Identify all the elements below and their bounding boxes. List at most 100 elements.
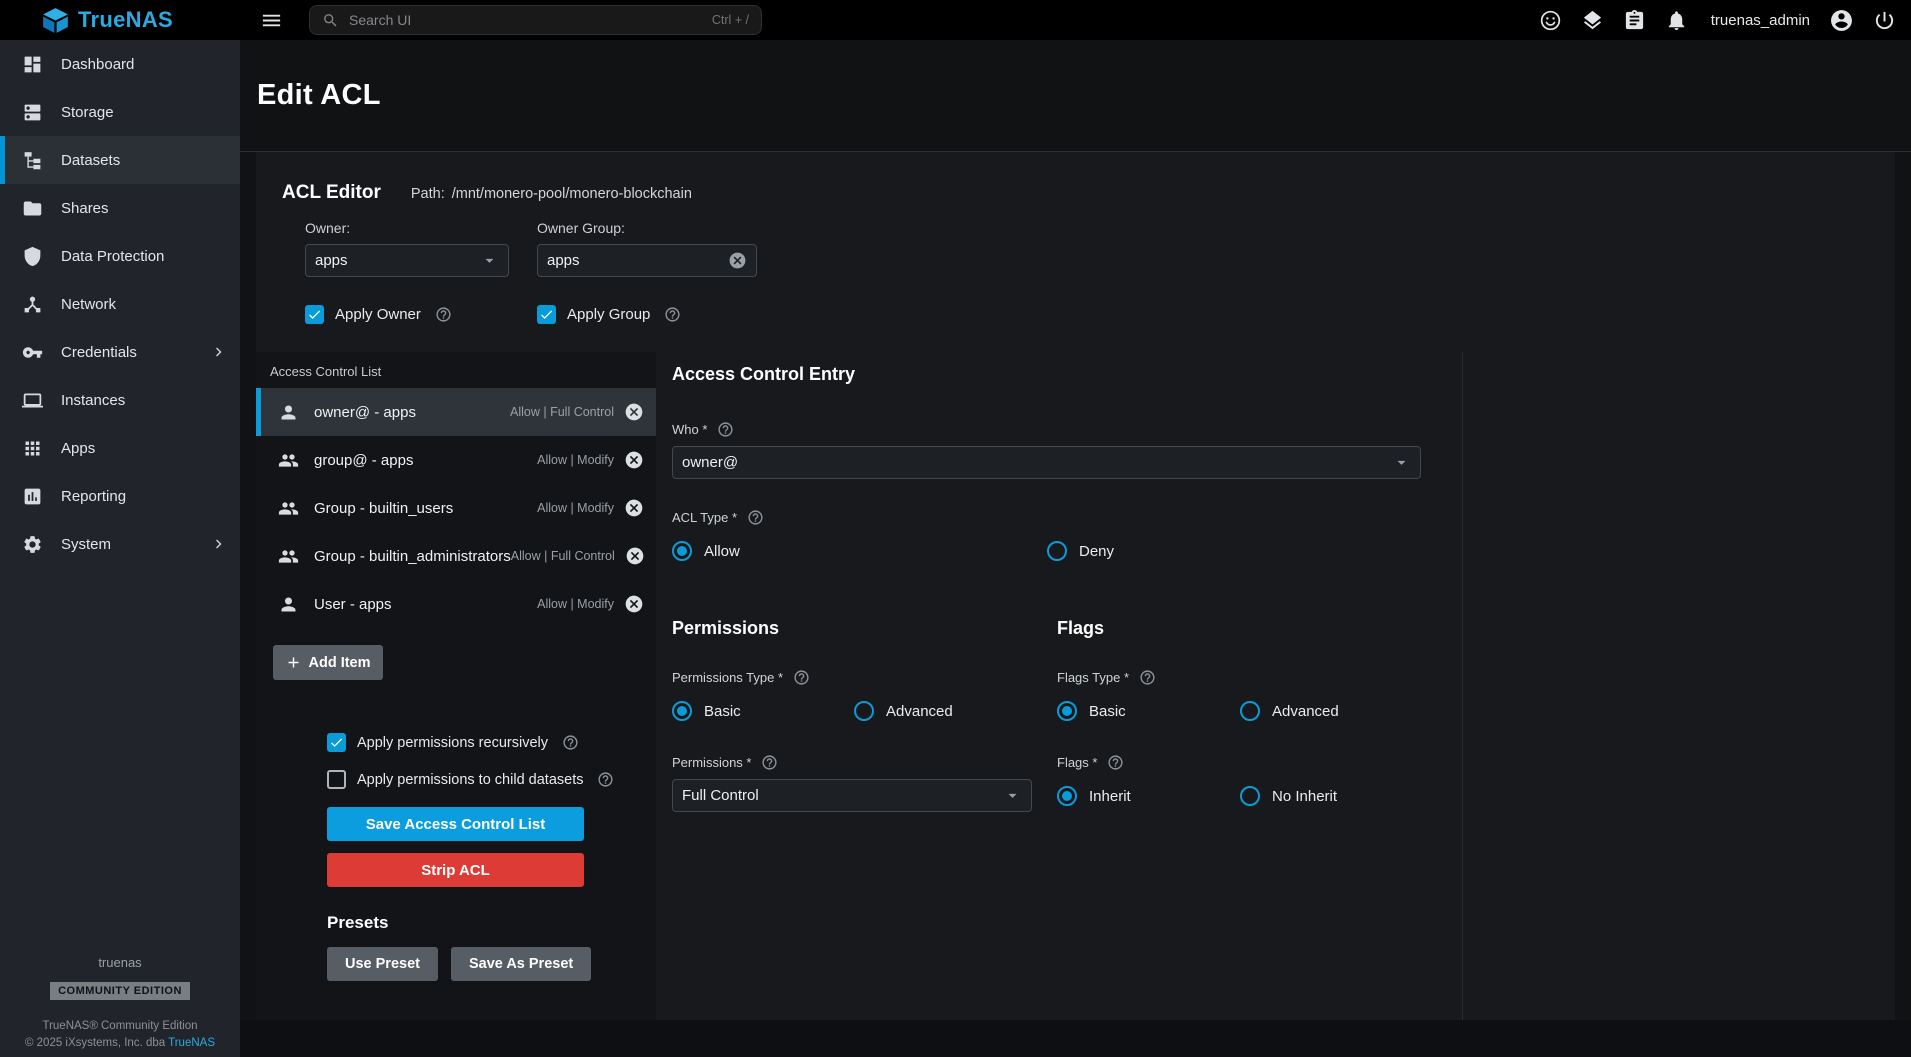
- help-icon[interactable]: [793, 669, 810, 686]
- add-item-button[interactable]: Add Item: [273, 645, 383, 680]
- sidebar-item-dashboard[interactable]: Dashboard: [0, 40, 240, 88]
- bell-icon: [1665, 9, 1688, 32]
- smiley-icon: [1539, 9, 1562, 32]
- radio-no-inherit[interactable]: No Inherit: [1240, 786, 1337, 806]
- user-icon: [278, 402, 299, 423]
- user-menu-button[interactable]: [1829, 8, 1854, 33]
- sidebar-item-storage[interactable]: Storage: [0, 88, 240, 136]
- acl-entry-owner[interactable]: owner@ - apps Allow | Full Control: [256, 388, 656, 436]
- storage-disks-icon: [22, 102, 43, 123]
- add-item-label: Add Item: [308, 655, 370, 671]
- owner-group-label: Owner Group:: [537, 220, 769, 236]
- power-menu-button[interactable]: [1873, 9, 1896, 32]
- radio-flags-advanced[interactable]: Advanced: [1240, 701, 1339, 721]
- cancel-circle-icon: [624, 498, 644, 518]
- radio-allow-label: Allow: [704, 543, 740, 560]
- sidebar-item-instances[interactable]: Instances: [0, 376, 240, 424]
- sidebar-item-label: Shares: [61, 200, 109, 217]
- radio-permissions-advanced[interactable]: Advanced: [854, 701, 953, 721]
- radio-flags-basic[interactable]: Basic: [1057, 701, 1240, 721]
- help-icon[interactable]: [664, 306, 681, 323]
- alerts-button[interactable]: [1665, 9, 1688, 32]
- help-icon[interactable]: [562, 734, 579, 751]
- acl-entry-user-apps[interactable]: User - apps Allow | Modify: [256, 580, 656, 628]
- save-acl-button[interactable]: Save Access Control List: [327, 807, 584, 841]
- checkbox-unchecked-icon: [327, 770, 346, 789]
- acl-entry-builtin-administrators[interactable]: Group - builtin_administrators Allow | F…: [256, 532, 656, 580]
- strip-acl-button[interactable]: Strip ACL: [327, 853, 584, 887]
- search-input[interactable]: [349, 12, 702, 28]
- use-preset-button[interactable]: Use Preset: [327, 947, 438, 981]
- permissions-label-row: Permissions *: [672, 754, 1057, 771]
- help-icon[interactable]: [717, 421, 734, 438]
- radio-deny[interactable]: Deny: [1047, 541, 1114, 561]
- remove-entry-button[interactable]: [624, 450, 644, 470]
- sidebar-item-datasets[interactable]: Datasets: [0, 136, 240, 184]
- apply-group-checkbox[interactable]: Apply Group: [537, 305, 769, 324]
- clear-input-icon[interactable]: [728, 251, 747, 270]
- acl-entry-group[interactable]: group@ - apps Allow | Modify: [256, 436, 656, 484]
- sidebar-item-system[interactable]: System: [0, 520, 240, 568]
- network-hub-icon: [22, 294, 43, 315]
- sidebar-footer: truenas COMMUNITY EDITION TrueNAS® Commu…: [0, 955, 240, 1057]
- who-label: Who *: [672, 422, 707, 437]
- path-label: Path:: [411, 186, 445, 202]
- sidebar-item-label: Data Protection: [61, 248, 164, 265]
- entry-name: Group - builtin_administrators: [314, 548, 511, 565]
- radio-no-inherit-label: No Inherit: [1272, 788, 1337, 805]
- apply-group-label: Apply Group: [567, 306, 650, 323]
- global-search[interactable]: Ctrl + /: [309, 5, 762, 35]
- entry-permissions-summary: Allow | Full Control: [511, 549, 615, 563]
- brand-text: TrueNAS: [78, 7, 173, 33]
- help-icon[interactable]: [761, 754, 778, 771]
- feedback-button[interactable]: [1539, 9, 1562, 32]
- remove-entry-button[interactable]: [624, 594, 644, 614]
- radio-allow[interactable]: Allow: [672, 541, 1047, 561]
- sidebar-item-data-protection[interactable]: Data Protection: [0, 232, 240, 280]
- menu-toggle-button[interactable]: [260, 9, 283, 32]
- remove-entry-button[interactable]: [624, 402, 644, 422]
- permissions-select[interactable]: Full Control: [672, 779, 1032, 812]
- permissions-type-label: Permissions Type *: [672, 670, 783, 685]
- sidebar-item-reporting[interactable]: Reporting: [0, 472, 240, 520]
- owner-select[interactable]: apps: [305, 244, 509, 277]
- sidebar-item-label: Credentials: [61, 344, 137, 361]
- sidebar-item-network[interactable]: Network: [0, 280, 240, 328]
- sidebar-item-credentials[interactable]: Credentials: [0, 328, 240, 376]
- who-select-value: owner@: [682, 454, 738, 471]
- sidebar-item-label: Apps: [61, 440, 95, 457]
- radio-icon: [854, 701, 874, 721]
- apply-recursively-checkbox[interactable]: Apply permissions recursively: [327, 733, 656, 752]
- checkbox-checked-icon: [327, 733, 346, 752]
- apply-owner-checkbox[interactable]: Apply Owner: [305, 305, 537, 324]
- help-icon[interactable]: [435, 306, 452, 323]
- copyright-brand-link[interactable]: TrueNAS: [168, 1037, 215, 1049]
- apply-to-child-datasets-checkbox[interactable]: Apply permissions to child datasets: [327, 770, 656, 789]
- help-icon[interactable]: [1139, 669, 1156, 686]
- group-icon: [278, 546, 299, 567]
- remove-entry-button[interactable]: [624, 498, 644, 518]
- radio-icon: [672, 541, 692, 561]
- sidebar-item-shares[interactable]: Shares: [0, 184, 240, 232]
- radio-permissions-basic[interactable]: Basic: [672, 701, 854, 721]
- sidebar-item-apps[interactable]: Apps: [0, 424, 240, 472]
- acl-editor-head: ACL Editor Path: /mnt/monero-pool/monero…: [256, 152, 1895, 352]
- truenas-logo[interactable]: TrueNAS: [0, 7, 240, 34]
- flags-label-row: Flags *: [1057, 754, 1442, 771]
- help-icon[interactable]: [1107, 754, 1124, 771]
- entry-permissions-summary: Allow | Full Control: [510, 405, 614, 419]
- help-icon[interactable]: [747, 509, 764, 526]
- owner-group-input[interactable]: [547, 252, 722, 269]
- who-select[interactable]: owner@: [672, 446, 1421, 479]
- acl-entry-builtin-users[interactable]: Group - builtin_users Allow | Modify: [256, 484, 656, 532]
- avatar-icon: [1829, 8, 1854, 33]
- apply-to-child-datasets-label: Apply permissions to child datasets: [357, 772, 583, 788]
- radio-inherit[interactable]: Inherit: [1057, 786, 1240, 806]
- help-icon[interactable]: [597, 771, 614, 788]
- jobs-button[interactable]: [1623, 9, 1646, 32]
- save-as-preset-button[interactable]: Save As Preset: [451, 947, 591, 981]
- remove-entry-button[interactable]: [625, 546, 645, 566]
- entry-name: User - apps: [314, 596, 392, 613]
- layers-button[interactable]: [1581, 9, 1604, 32]
- edition-label: TrueNAS® Community Edition: [42, 1020, 197, 1032]
